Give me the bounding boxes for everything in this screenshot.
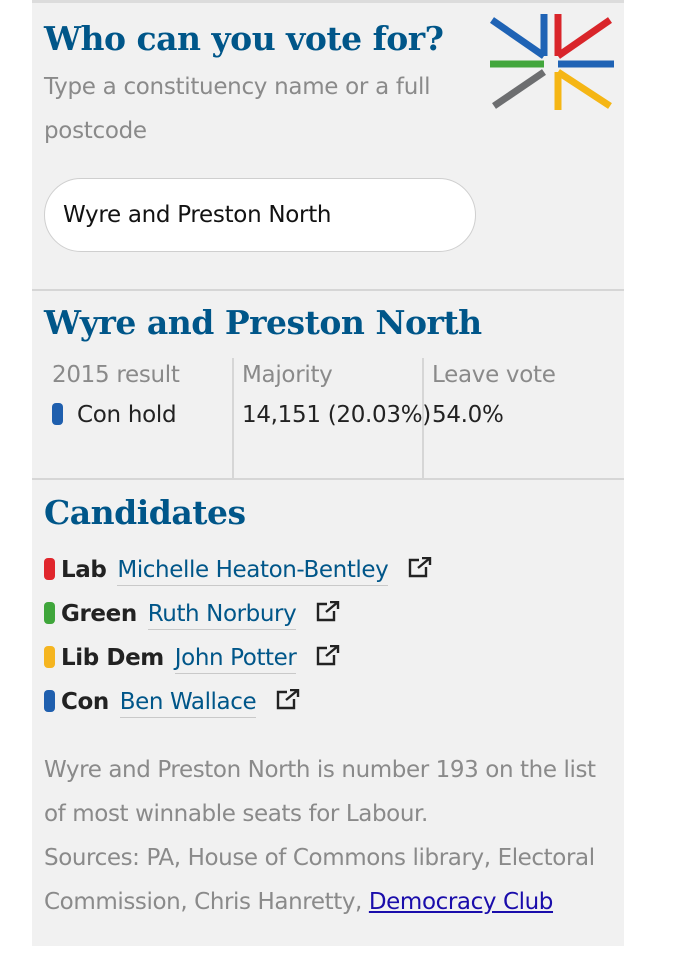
election-compass-icon bbox=[490, 14, 614, 110]
top-divider bbox=[32, 0, 624, 3]
majority-value: 14,151 (20.03%) bbox=[242, 402, 431, 428]
candidate-link[interactable]: John Potter bbox=[174, 645, 297, 674]
candidate-row: Con Ben Wallace bbox=[44, 684, 301, 724]
candidate-link[interactable]: Ruth Norbury bbox=[147, 601, 297, 630]
majority-label: Majority bbox=[242, 362, 333, 388]
sources-text: Sources: PA, House of Commons library, E… bbox=[44, 836, 614, 924]
party-swatch-con bbox=[52, 403, 63, 425]
candidate-row: Lib Dem John Potter bbox=[44, 640, 341, 680]
leave-label: Leave vote bbox=[432, 362, 556, 388]
candidates-heading: Candidates bbox=[44, 493, 246, 532]
candidate-link[interactable]: Michelle Heaton-Bentley bbox=[117, 557, 389, 586]
winnable-seat-note: Wyre and Preston North is number 193 on … bbox=[44, 757, 596, 827]
external-link-icon[interactable] bbox=[315, 645, 341, 667]
candidate-party: Lab bbox=[61, 557, 107, 583]
external-link-icon[interactable] bbox=[407, 557, 433, 579]
external-link-icon[interactable] bbox=[315, 601, 341, 623]
vote-widget: Who can you vote for? Type a constituenc… bbox=[32, 0, 624, 946]
party-swatch-lab bbox=[44, 558, 55, 580]
stat-divider bbox=[232, 358, 234, 478]
result-value-row: Con hold bbox=[52, 402, 177, 428]
footer-notes: Wyre and Preston North is number 193 on … bbox=[44, 748, 614, 924]
widget-subtitle: Type a constituency name or a full postc… bbox=[44, 74, 431, 144]
candidate-row: Green Ruth Norbury bbox=[44, 596, 341, 636]
result-label: 2015 result bbox=[52, 362, 180, 388]
leave-value: 54.0% bbox=[432, 402, 504, 428]
party-swatch-con bbox=[44, 690, 55, 712]
section-divider bbox=[32, 478, 624, 480]
candidate-party: Lib Dem bbox=[61, 645, 164, 671]
constituency-search-input[interactable] bbox=[44, 178, 476, 252]
section-divider bbox=[32, 289, 624, 291]
candidate-party: Con bbox=[61, 689, 109, 715]
widget-title: Who can you vote for? bbox=[44, 19, 444, 58]
constituency-name: Wyre and Preston North bbox=[44, 303, 482, 342]
party-swatch-green bbox=[44, 602, 55, 624]
candidate-party: Green bbox=[61, 601, 137, 627]
candidate-row: Lab Michelle Heaton-Bentley bbox=[44, 552, 433, 592]
stat-divider bbox=[422, 358, 424, 478]
democracy-club-link[interactable]: Democracy Club bbox=[369, 889, 554, 915]
majority-stat: Majority 14,151 (20.03%) bbox=[242, 358, 431, 478]
result-stat: 2015 result Con hold bbox=[52, 358, 232, 478]
result-value: Con hold bbox=[77, 402, 177, 428]
external-link-icon[interactable] bbox=[275, 689, 301, 711]
candidate-link[interactable]: Ben Wallace bbox=[119, 689, 257, 718]
party-swatch-libdem bbox=[44, 646, 55, 668]
leave-stat: Leave vote 54.0% bbox=[432, 358, 612, 478]
